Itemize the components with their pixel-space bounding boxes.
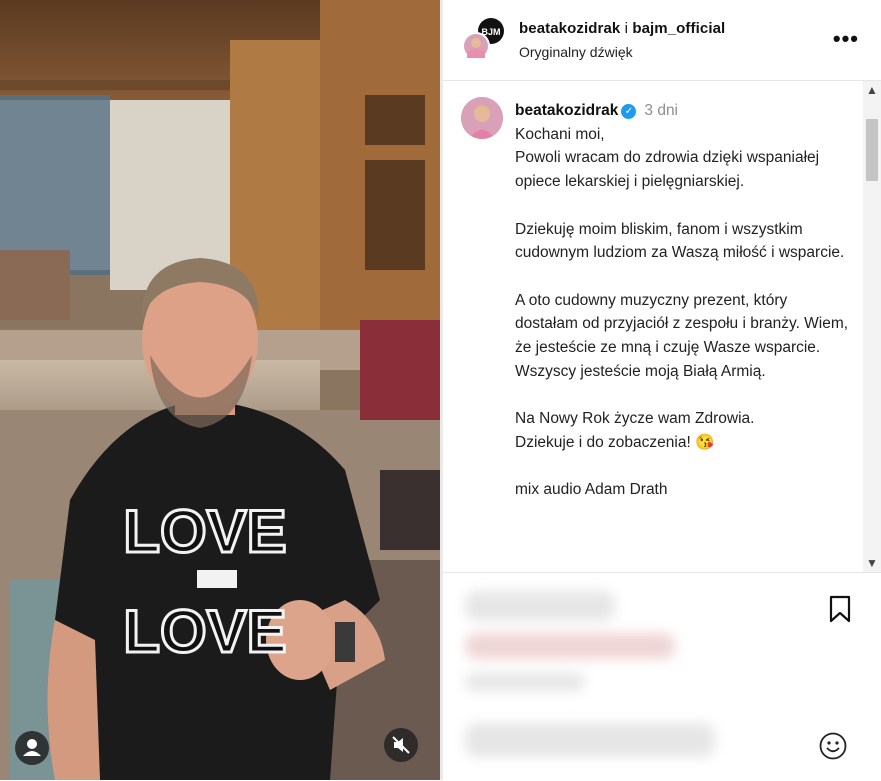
shirt-text-bottom: LOVE [123,598,286,665]
header-separator: i [620,20,633,37]
more-horizontal-icon: ••• [832,26,859,51]
scroll-down-icon[interactable]: ▼ [863,554,881,572]
caption-text: beatakozidrak ✓ 3 dni Kochani moi, Powoli … [515,99,850,502]
blurred-likes [465,633,675,659]
user-icon [23,739,41,756]
verified-badge-icon: ✓ [621,104,637,119]
more-options-button[interactable]: ••• [833,26,859,52]
header-username[interactable]: beatakozidrak [519,20,620,37]
video-frame: LOVE LOVE [0,0,440,780]
scroll-thumb[interactable] [866,119,878,181]
bookmark-icon [829,595,851,623]
blurred-action-icons [465,591,615,621]
caption-body: Kochani moi, Powoli wracam do zdrowia dz… [515,125,849,499]
blurred-comment-input [465,723,715,757]
header-collaborator[interactable]: bajm_official [632,20,725,37]
scroll-up-icon[interactable]: ▲ [863,81,881,99]
shirt-text-top: LOVE [123,498,286,565]
post-actions-area [443,572,881,781]
header-avatar[interactable]: BJM [461,18,505,62]
post-caption: beatakozidrak ✓ 3 dni Kochani moi, Powoli … [443,81,863,571]
author-avatar[interactable] [461,97,503,139]
blurred-date [465,673,585,691]
post-panel: BJM beatakozidrak i bajm_official Orygin… [443,0,881,781]
mute-toggle-button[interactable] [384,728,418,762]
emoji-button[interactable] [818,731,848,761]
user-tag-button[interactable] [15,731,49,765]
header-title: beatakozidrak i bajm_official [519,20,725,37]
caption-scrollbar[interactable]: ▲ ▼ [863,81,881,572]
audio-label[interactable]: Oryginalny dźwięk [519,44,633,60]
video-player[interactable]: LOVE LOVE [0,0,440,780]
sound-off-icon [392,736,410,754]
save-button[interactable] [827,595,853,623]
caption-username[interactable]: beatakozidrak [515,102,618,119]
post-header: BJM beatakozidrak i bajm_official Orygin… [443,0,881,81]
post-time[interactable]: 3 dni [644,102,678,119]
emoji-icon [819,732,847,760]
